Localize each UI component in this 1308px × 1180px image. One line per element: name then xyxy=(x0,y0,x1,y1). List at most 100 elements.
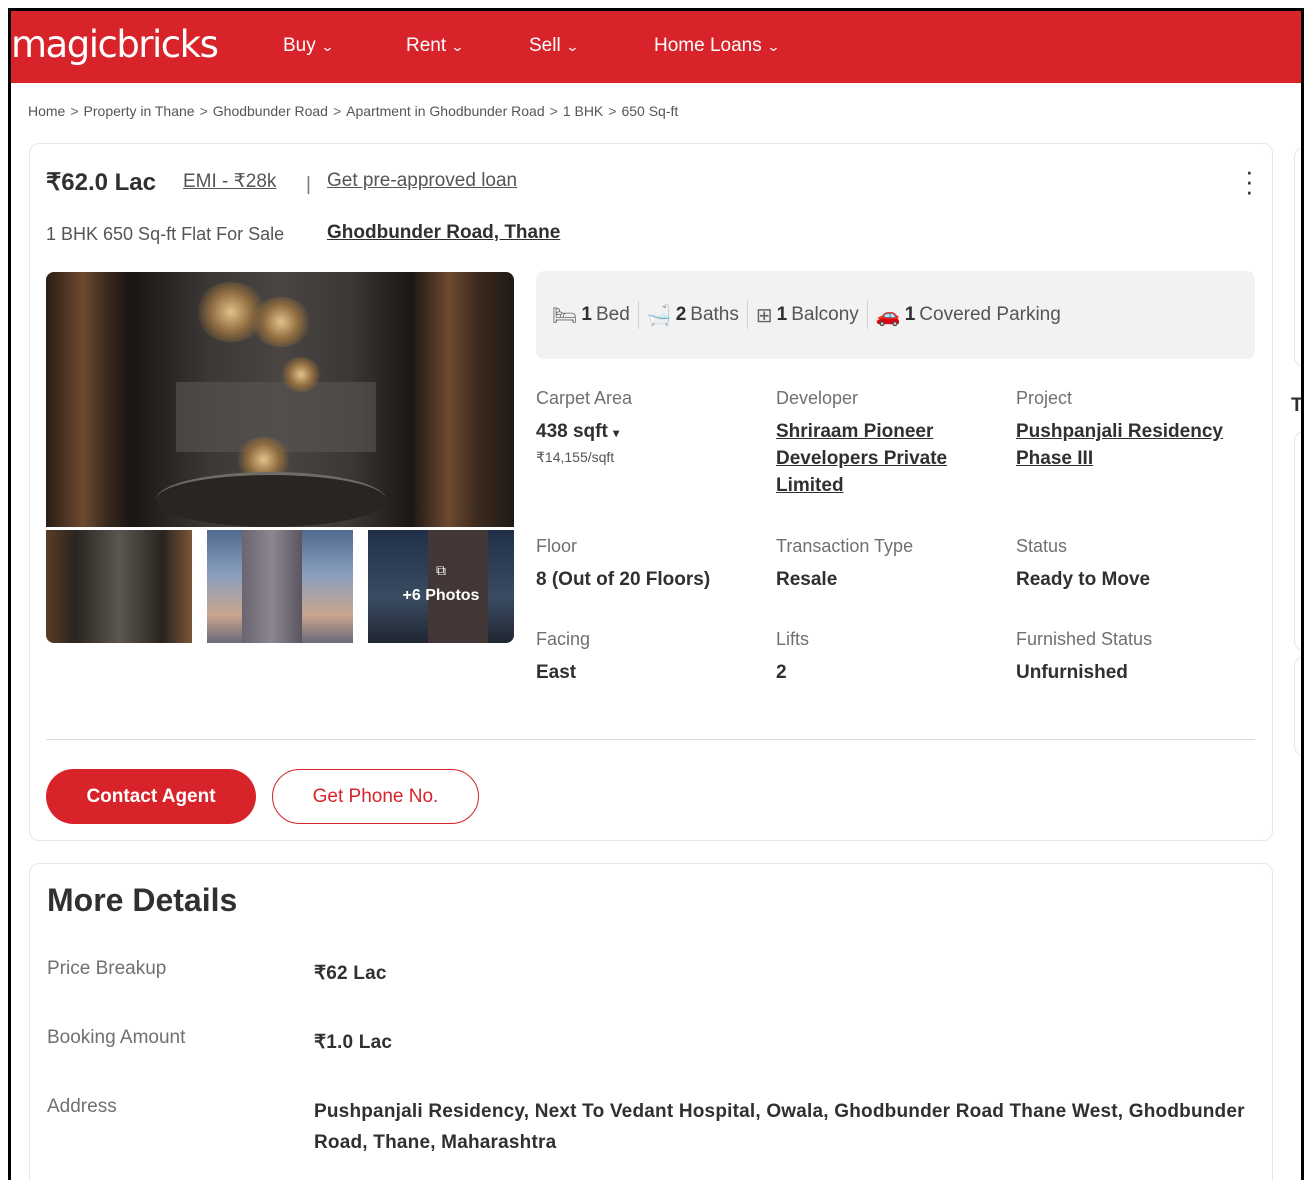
listing-price: ₹62.0 Lac xyxy=(46,169,157,196)
spec-label: Carpet Area xyxy=(536,388,633,408)
pre-approved-loan-link[interactable]: Get pre-approved loan xyxy=(327,170,517,192)
thumbnail-2[interactable] xyxy=(207,530,353,643)
spec-lifts: Lifts 2 xyxy=(776,629,1006,686)
right-panel-heading: To xyxy=(1291,395,1302,416)
amenities-strip: 🛏 1 Bed 🛁 2 Baths ⊞ 1 Balcony 🚗 1 Covere… xyxy=(536,271,1255,359)
project-link[interactable]: Pushpanjali Residency Phase III xyxy=(1016,418,1246,472)
caret-down-icon: ▾ xyxy=(613,426,620,440)
breadcrumb-separator: > xyxy=(70,103,79,119)
contact-agent-button[interactable]: Contact Agent xyxy=(46,769,256,824)
spec-label: Lifts xyxy=(776,629,810,649)
chevron-down-icon: ⌄ xyxy=(766,39,781,54)
nav-sell-label: Sell xyxy=(529,35,561,56)
amenity-balcony-count: 1 xyxy=(776,304,788,325)
nav-home-loans-label: Home Loans xyxy=(654,35,762,56)
right-panel-card xyxy=(1294,431,1301,651)
photo-thumbnails: ⧉ +6 Photos xyxy=(46,530,514,643)
top-navbar: magicbricks Buy ⌄ Rent ⌄ Sell ⌄ Home Loa… xyxy=(11,11,1301,83)
nav-sell[interactable]: Sell ⌄ xyxy=(529,35,580,57)
carpet-area-value[interactable]: 438 sqft ▾ xyxy=(536,418,766,447)
spec-label: Project xyxy=(1016,388,1073,408)
emi-link[interactable]: EMI - ₹28k xyxy=(183,170,276,193)
spec-label: Facing xyxy=(536,629,591,649)
breadcrumb-area: 650 Sq-ft xyxy=(621,103,679,119)
detail-key: Booking Amount xyxy=(47,1027,186,1048)
spec-furnished-status: Furnished Status Unfurnished xyxy=(1016,629,1246,686)
right-panel-card xyxy=(1294,656,1301,756)
spec-value: Unfurnished xyxy=(1016,662,1128,683)
spec-project: Project Pushpanjali Residency Phase III xyxy=(1016,388,1246,472)
breadcrumb-home[interactable]: Home xyxy=(28,103,65,119)
spec-transaction-type: Transaction Type Resale xyxy=(776,536,1006,593)
amenity-bed-count: 1 xyxy=(581,304,592,325)
amenity-baths: 🛁 2 Baths xyxy=(639,303,747,328)
card-divider xyxy=(46,739,1255,740)
spec-label: Floor xyxy=(536,536,578,556)
nav-rent[interactable]: Rent ⌄ xyxy=(406,35,465,57)
browser-frame: magicbricks Buy ⌄ Rent ⌄ Sell ⌄ Home Loa… xyxy=(8,8,1304,1180)
spec-label: Developer xyxy=(776,388,859,408)
breadcrumb-apartment[interactable]: Apartment in Ghodbunder Road xyxy=(346,103,544,119)
breadcrumb-separator: > xyxy=(608,103,617,119)
spec-label: Status xyxy=(1016,536,1068,556)
chevron-down-icon: ⌄ xyxy=(450,39,465,54)
spec-value: Ready to Move xyxy=(1016,569,1151,590)
price-divider: | xyxy=(306,174,311,195)
main-property-photo[interactable] xyxy=(46,272,514,527)
spec-value: 2 xyxy=(776,662,787,683)
amenity-baths-count: 2 xyxy=(675,304,687,325)
detail-value: ₹1.0 Lac xyxy=(314,1032,393,1053)
price-per-sqft: ₹14,155/sqft xyxy=(536,449,615,465)
detail-value: Pushpanjali Residency, Next To Vedant Ho… xyxy=(314,1101,1245,1153)
car-icon: 🚗 xyxy=(875,304,901,327)
detail-key: Price Breakup xyxy=(47,958,167,979)
more-details-card: More Details Price Breakup ₹62 Lac Booki… xyxy=(29,863,1273,1180)
breadcrumb-ghodbunder[interactable]: Ghodbunder Road xyxy=(213,103,328,119)
spec-carpet-area: Carpet Area 438 sqft ▾ ₹14,155/sqft xyxy=(536,388,766,466)
amenity-parking-label: Covered Parking xyxy=(919,304,1061,325)
breadcrumb-separator: > xyxy=(549,103,558,119)
breadcrumb-separator: > xyxy=(332,103,342,119)
breadcrumb-separator: > xyxy=(199,103,208,119)
location-link[interactable]: Ghodbunder Road, Thane xyxy=(327,222,560,244)
spec-value: Resale xyxy=(776,569,838,590)
spec-value: 8 (Out of 20 Floors) xyxy=(536,569,711,590)
breadcrumb-bhk[interactable]: 1 BHK xyxy=(563,103,603,119)
photo-building xyxy=(242,530,302,643)
balcony-icon: ⊞ xyxy=(755,304,773,327)
spec-label: Furnished Status xyxy=(1016,629,1153,649)
detail-row-address: Address Pushpanjali Residency, Next To V… xyxy=(47,1096,1257,1158)
nav-rent-label: Rent xyxy=(406,35,447,56)
gallery-icon: ⧉ xyxy=(436,562,446,578)
breadcrumb-property-thane[interactable]: Property in Thane xyxy=(84,103,195,119)
spec-facing: Facing East xyxy=(536,629,766,686)
amenity-balcony: ⊞ 1 Balcony xyxy=(748,303,867,328)
detail-row-price-breakup: Price Breakup ₹62 Lac xyxy=(47,958,1257,989)
more-details-title: More Details xyxy=(47,882,238,918)
photo-lamp xyxy=(281,357,321,392)
get-phone-button[interactable]: Get Phone No. xyxy=(272,769,479,824)
thumbnail-more-photos[interactable]: ⧉ +6 Photos xyxy=(368,530,514,643)
magicbricks-logo[interactable]: magicbricks xyxy=(11,23,219,66)
nav-home-loans[interactable]: Home Loans ⌄ xyxy=(654,35,781,57)
chevron-down-icon: ⌄ xyxy=(565,39,580,54)
developer-link[interactable]: Shriraam Pioneer Developers Private Limi… xyxy=(776,418,986,499)
amenity-baths-label: Baths xyxy=(690,304,739,325)
listing-subtitle: 1 BHK 650 Sq-ft Flat For Sale xyxy=(46,224,285,244)
thumbnail-1[interactable] xyxy=(46,530,192,643)
amenity-bed: 🛏 1 Bed xyxy=(544,303,638,328)
more-photos-label: +6 Photos xyxy=(402,587,480,604)
spec-status: Status Ready to Move xyxy=(1016,536,1246,593)
bathtub-icon: 🛁 xyxy=(646,304,672,327)
more-options-icon[interactable]: · · · xyxy=(1245,158,1254,204)
carpet-area-text: 438 sqft xyxy=(536,421,608,442)
detail-row-booking-amount: Booking Amount ₹1.0 Lac xyxy=(47,1027,1257,1058)
spec-value: East xyxy=(536,662,577,683)
chevron-down-icon: ⌄ xyxy=(320,39,335,54)
amenity-balcony-label: Balcony xyxy=(791,304,859,325)
nav-buy[interactable]: Buy ⌄ xyxy=(283,35,335,57)
listing-card: ₹62.0 Lac EMI - ₹28k | Get pre-approved … xyxy=(29,143,1273,841)
right-panel-card xyxy=(1294,147,1301,367)
breadcrumb: Home > Property in Thane > Ghodbunder Road… xyxy=(28,103,678,119)
photo-table xyxy=(156,472,386,527)
